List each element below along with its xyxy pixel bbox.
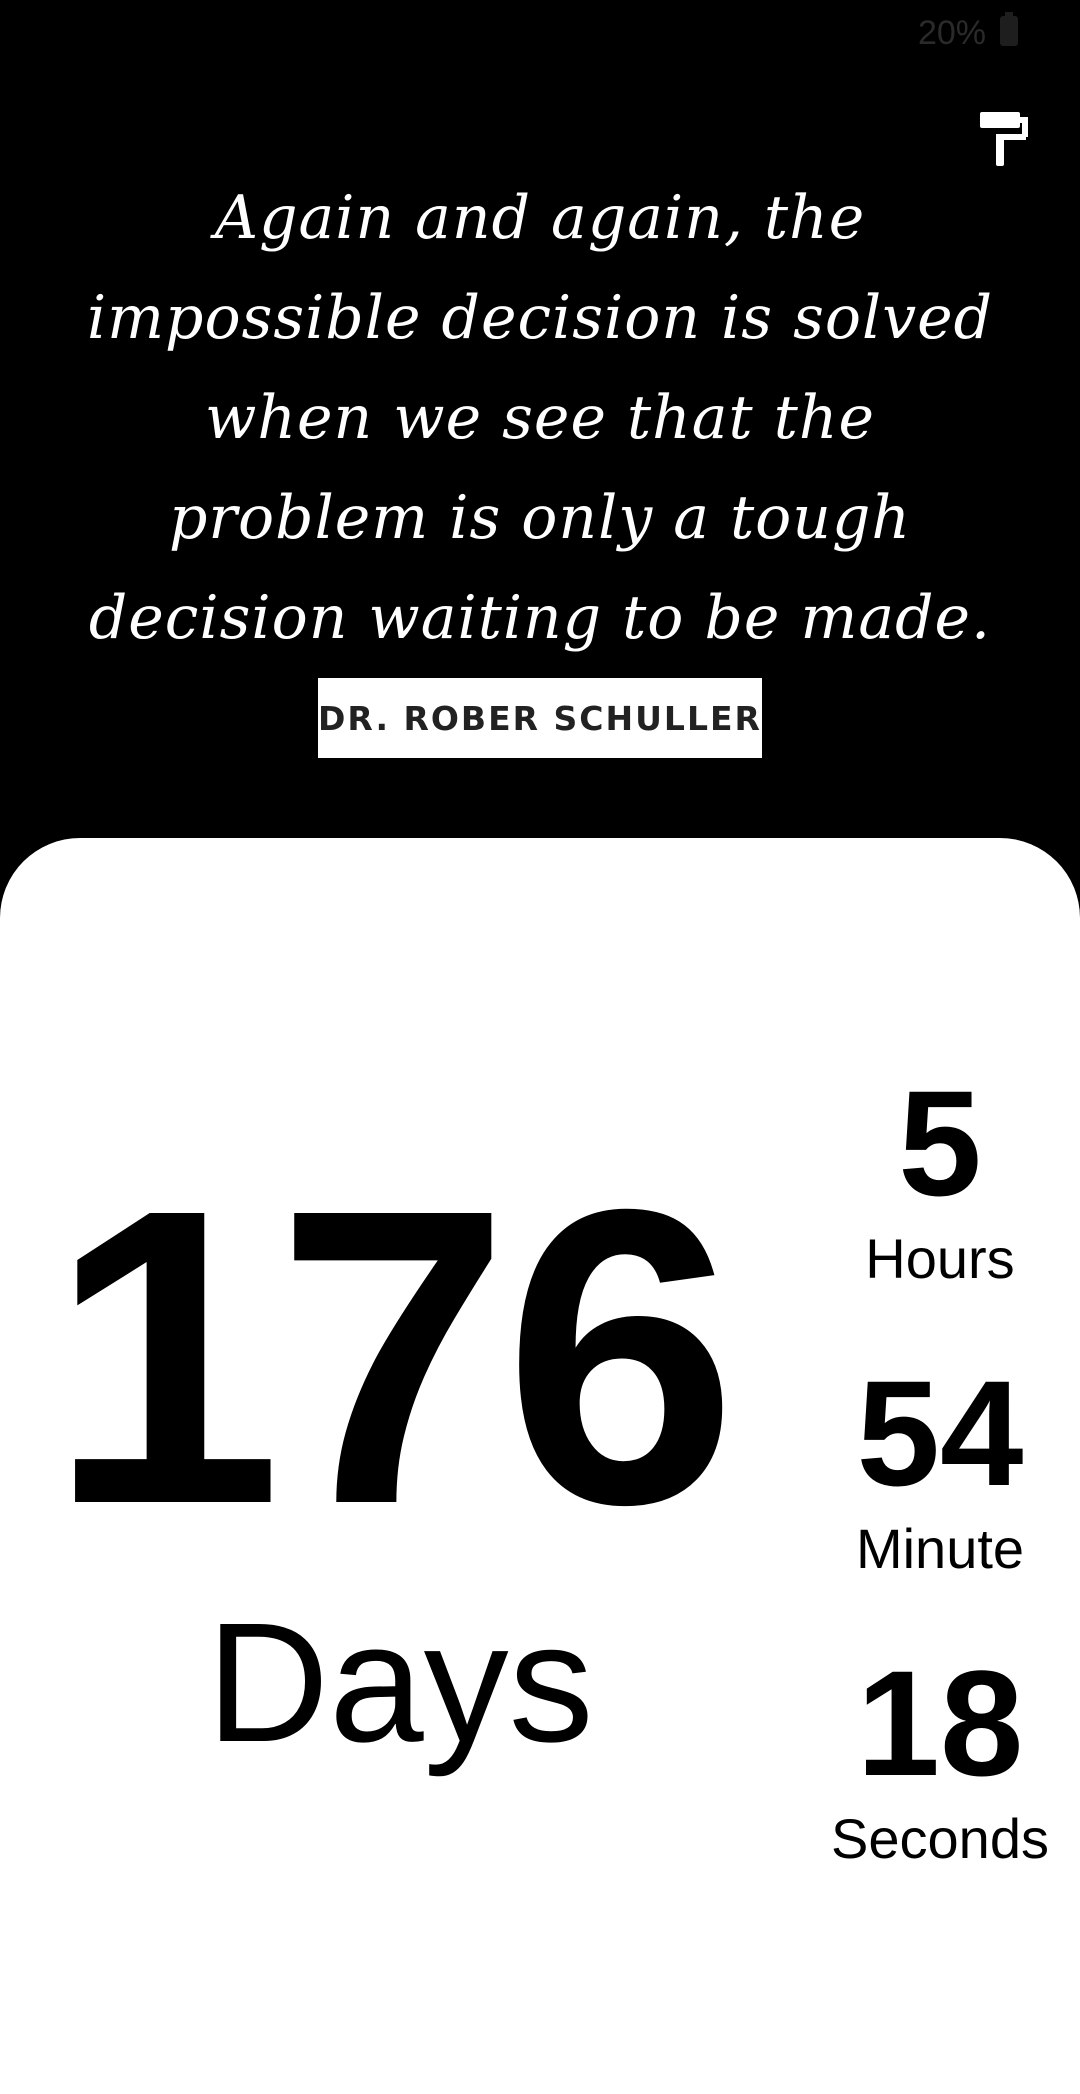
battery-icon — [1000, 12, 1018, 46]
days-value: 176 — [48, 1123, 738, 1592]
days-label: Days — [206, 1588, 594, 1778]
status-bar: 20% — [0, 0, 1080, 66]
quote-text: Again and again, the impossible decision… — [86, 183, 994, 653]
seconds-counter: 18 Seconds — [800, 1639, 1080, 1874]
countdown-panel: 176 Days 5 Hours 54 Minute 18 Seconds — [0, 838, 1080, 2094]
quote-author-badge: DR. ROBER SCHULLER — [318, 678, 762, 758]
battery-percentage: 20% — [917, 14, 986, 52]
seconds-label: Seconds — [831, 1807, 1049, 1870]
minutes-counter: 54 Minute — [800, 1349, 1080, 1584]
hours-label: Hours — [865, 1227, 1015, 1290]
theme-button[interactable] — [978, 110, 1030, 168]
minutes-value: 54 — [856, 1349, 1024, 1517]
hours-value: 5 — [898, 1059, 982, 1227]
hours-counter: 5 Hours — [800, 1059, 1080, 1294]
minutes-label: Minute — [855, 1517, 1025, 1580]
seconds-value: 18 — [856, 1639, 1024, 1807]
paint-roller-icon — [980, 112, 1028, 166]
